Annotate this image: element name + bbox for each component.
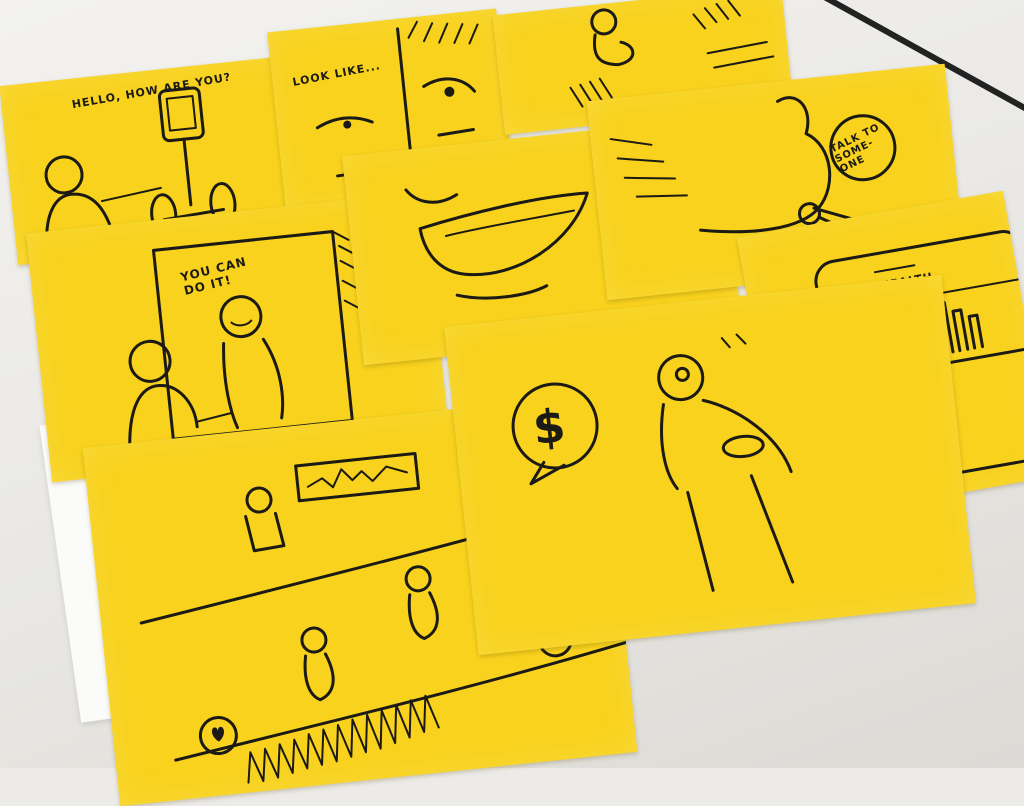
svg-text:$: $ — [530, 398, 567, 455]
doctor-drawing: $ — [511, 333, 795, 592]
sticky-note-doctor: $ — [444, 274, 976, 656]
